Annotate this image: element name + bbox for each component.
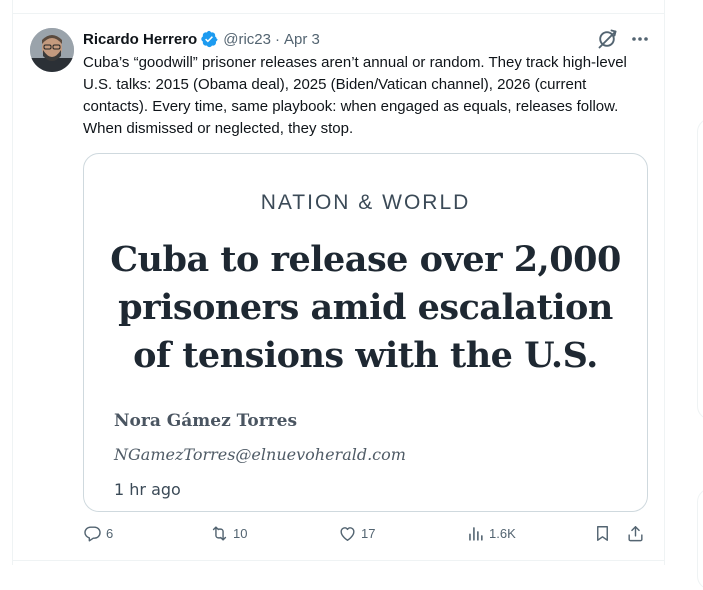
share-button[interactable] xyxy=(626,524,645,543)
avatar[interactable] xyxy=(30,28,74,72)
like-count: 17 xyxy=(361,526,376,541)
card-byline: Nora Gámez Torres xyxy=(114,411,298,431)
author-handle[interactable]: @ric23 xyxy=(223,31,271,48)
repost-button[interactable]: 10 xyxy=(210,524,247,543)
repost-icon xyxy=(212,526,227,541)
reply-count: 6 xyxy=(106,526,114,541)
card-section-label: NATION & WORLD xyxy=(260,191,471,214)
tweet-actions-bar: 6 10 17 1.6K xyxy=(83,524,648,546)
tweet-text: Cuba’s “goodwill” prisoner releases aren… xyxy=(83,54,627,137)
repost-count: 10 xyxy=(233,526,248,541)
timeline-right-border xyxy=(664,0,665,565)
card-author-email: NGamezTorres@elnuevoherald.com xyxy=(114,445,406,464)
heart-icon xyxy=(340,527,355,541)
bookmark-button[interactable] xyxy=(593,524,612,543)
views-chart-icon xyxy=(469,527,483,541)
sidebar-panel-edge-lower xyxy=(697,488,703,590)
views-button[interactable]: 1.6K xyxy=(466,524,516,543)
timeline-divider-top xyxy=(12,13,665,14)
more-options-icon[interactable] xyxy=(629,28,651,50)
tweet-header-actions xyxy=(596,28,651,50)
author-name[interactable]: Ricardo Herrero xyxy=(83,31,197,48)
bookmark-icon xyxy=(597,526,608,541)
tweet-header: Ricardo Herrero @ric23 · Apr 3 xyxy=(83,29,320,49)
tweet-date[interactable]: Apr 3 xyxy=(284,31,320,48)
sidebar-panel-edge xyxy=(697,118,703,420)
card-time-ago: 1 hr ago xyxy=(114,480,181,499)
verified-badge-icon xyxy=(200,30,218,48)
grok-icon[interactable] xyxy=(596,28,618,50)
card-headline: Cuba to release over 2,000 prisoners ami… xyxy=(110,239,621,376)
reply-button[interactable]: 6 xyxy=(83,524,113,543)
views-count: 1.6K xyxy=(489,526,516,541)
timeline-divider-bottom xyxy=(12,560,665,561)
share-icon xyxy=(628,526,643,542)
link-card[interactable]: NATION & WORLD Cuba to release over 2,00… xyxy=(83,153,648,512)
reply-icon xyxy=(84,526,101,542)
avatar-photo xyxy=(30,28,74,72)
header-separator: · xyxy=(274,30,280,48)
timeline-left-border xyxy=(12,0,13,565)
like-button[interactable]: 17 xyxy=(338,524,375,543)
